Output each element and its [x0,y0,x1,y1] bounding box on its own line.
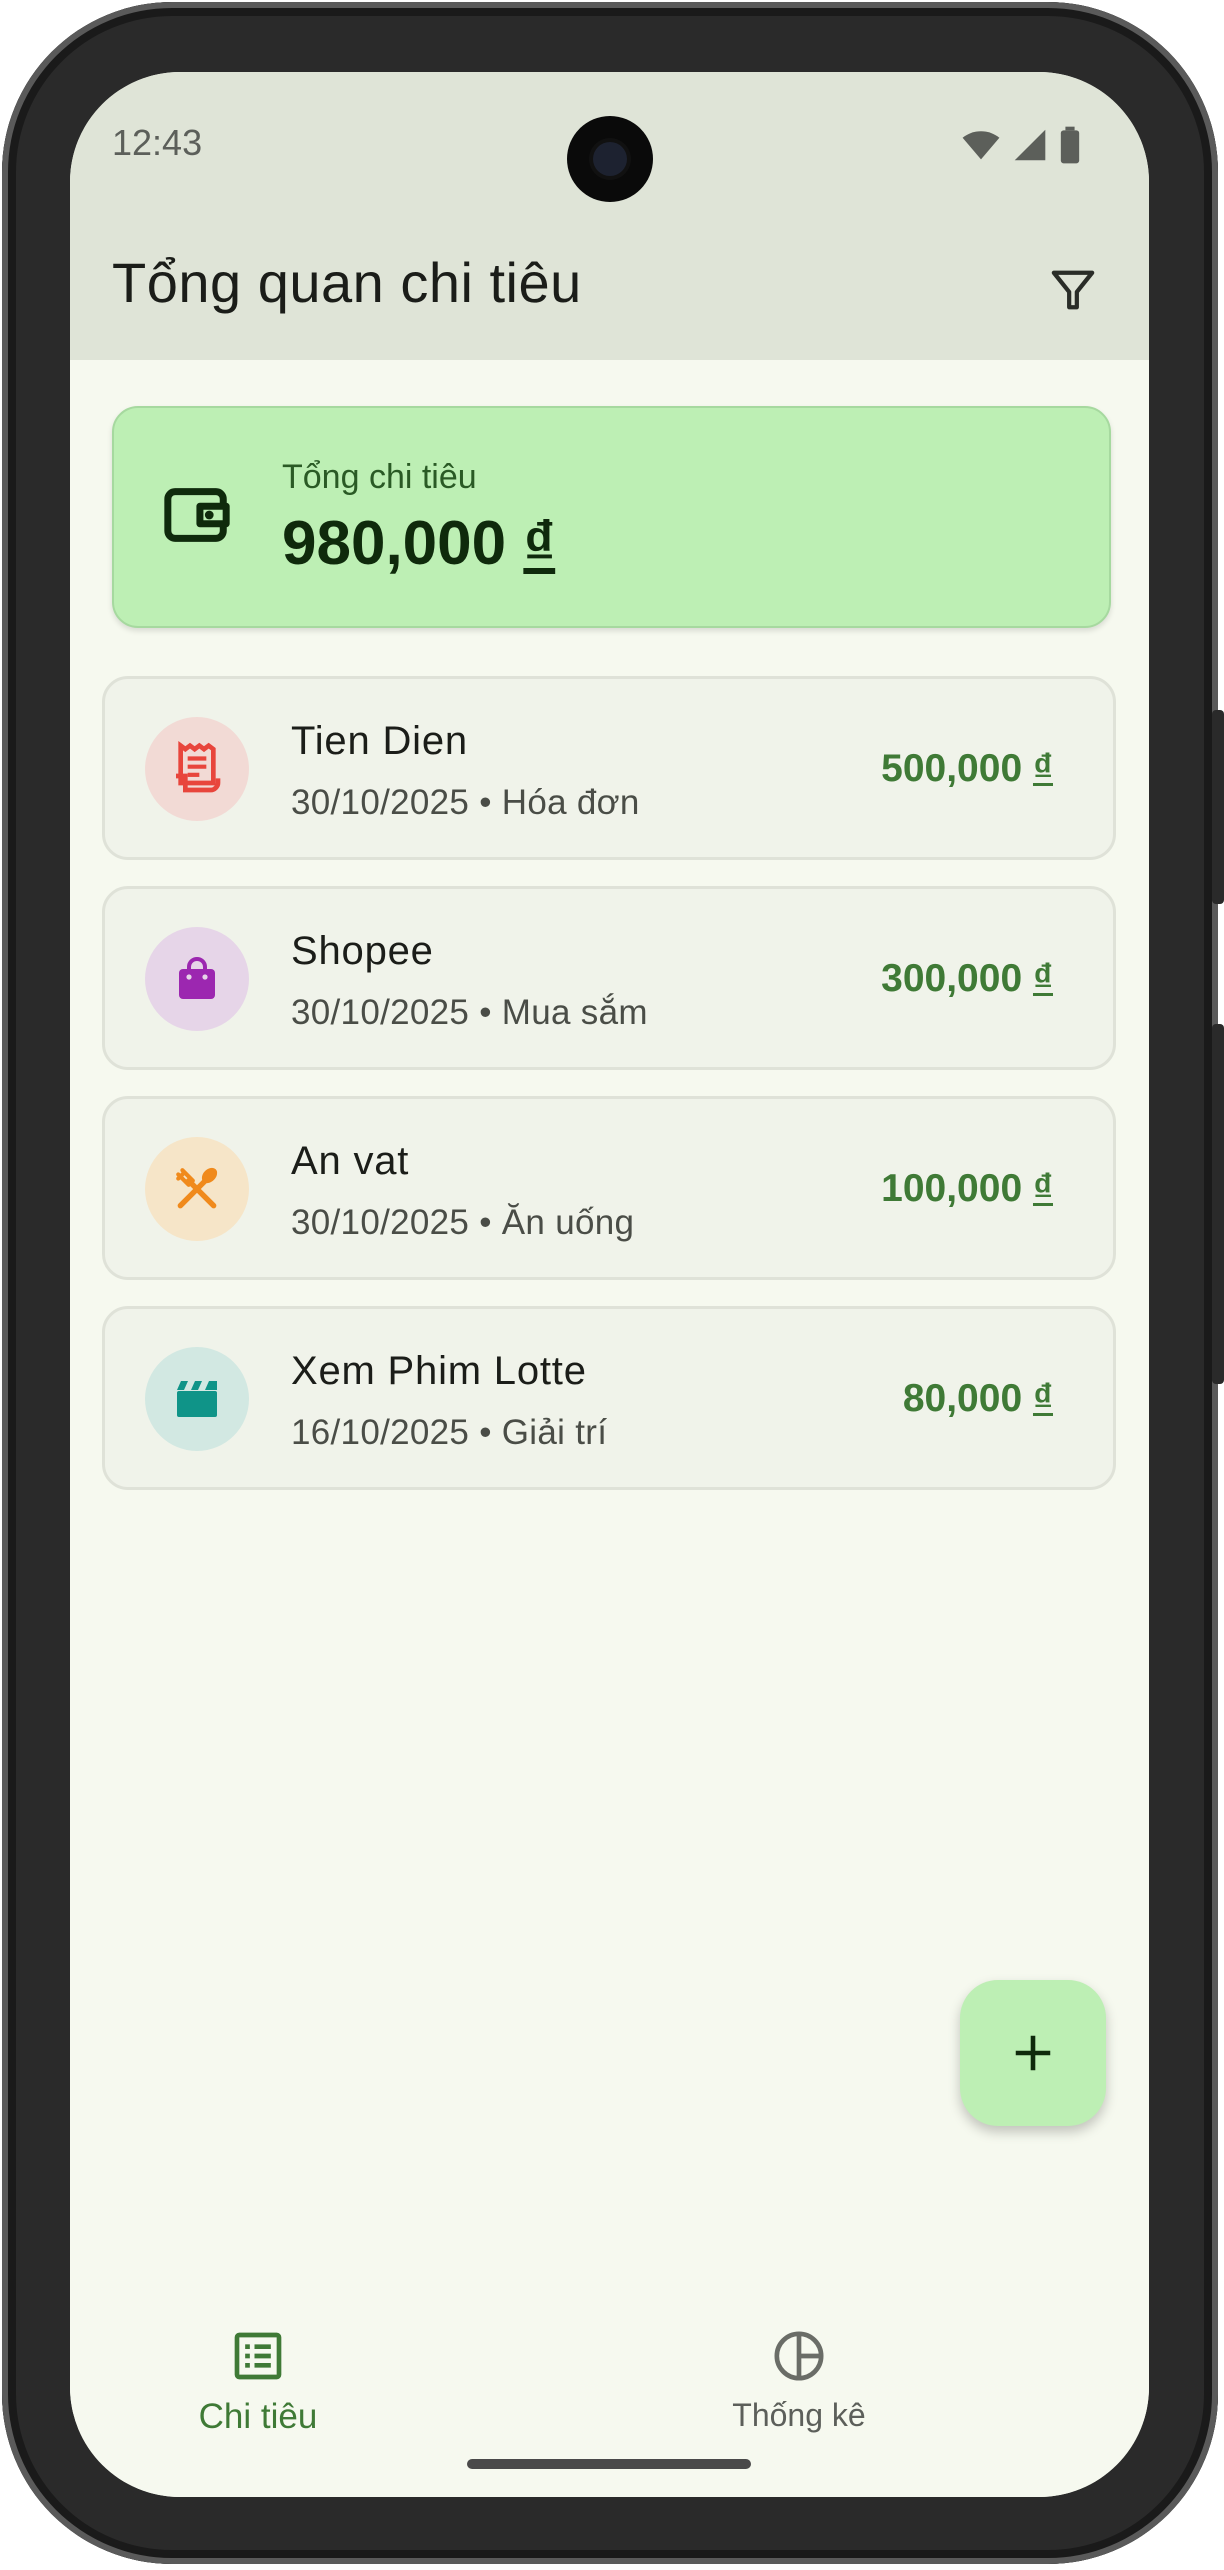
transaction-name: Shopee [291,929,434,973]
transaction-amount: 500,000 ₫ [881,747,1053,791]
transaction-icon-bg [145,1347,249,1451]
total-spending-value: 980,000 ₫ [282,508,555,579]
filter-button[interactable] [1037,254,1109,326]
wifi-icon [962,131,1000,160]
add-transaction-button[interactable] [960,1980,1106,2126]
volume-button [1212,1024,1224,1384]
home-indicator[interactable] [467,2459,751,2469]
amount-value: 80,000 [902,1377,1023,1420]
transaction-item[interactable]: Shopee 30/10/2025 • Mua sắm 300,000 ₫ [102,886,1116,1070]
transaction-icon-bg [145,1137,249,1241]
top-app-bar: 12:43 Tổng quan chi tiêu [70,72,1149,360]
amount-value: 300,000 [881,957,1023,1000]
status-time: 12:43 [112,122,203,163]
currency-symbol: ₫ [1032,1167,1053,1210]
transaction-item[interactable]: Xem Phim Lotte 16/10/2025 • Giải trí 80,… [102,1306,1116,1490]
receipt-icon [176,741,221,793]
currency-symbol: ₫ [523,509,556,578]
add-icon [1015,2035,1051,2071]
currency-symbol: ₫ [1032,1377,1053,1420]
transaction-icon-bg [145,927,249,1031]
transaction-amount: 300,000 ₫ [881,957,1053,1001]
nav-label: Chi tiêu [198,2397,318,2436]
currency-symbol: ₫ [1032,957,1053,1000]
nav-label: Thống kê [732,2397,866,2433]
transaction-item[interactable]: An vat 30/10/2025 • Ăn uống 100,000 ₫ [102,1096,1116,1280]
transaction-amount: 100,000 ₫ [881,1167,1053,1211]
transaction-meta: 30/10/2025 • Hóa đơn [291,783,640,822]
transaction-meta: 16/10/2025 • Giải trí [291,1413,608,1452]
transaction-icon-bg [145,717,249,821]
transaction-meta: 30/10/2025 • Ăn uống [291,1203,635,1242]
transaction-name: Tien Dien [291,719,468,763]
currency-symbol: ₫ [1032,747,1053,790]
front-camera [567,116,653,202]
filter-icon [1051,270,1095,310]
amount-value: 100,000 [881,1167,1023,1210]
total-spending-label: Tổng chi tiêu [282,458,477,496]
nav-item-statistics[interactable]: Thống kê [649,2328,949,2434]
status-icons [961,126,1081,164]
nav-item-expenses[interactable]: Chi tiêu [108,2328,408,2437]
shopping-bag-icon [179,956,215,999]
total-amount: 980,000 [282,509,507,578]
page-title: Tổng quan chi tiêu [112,251,582,314]
battery-icon [1060,126,1080,164]
movie-icon [177,1381,217,1417]
transaction-amount: 80,000 ₫ [903,1377,1053,1421]
list-icon [234,2332,282,2380]
restaurant-icon [176,1167,218,1209]
screen: 12:43 Tổng quan chi tiêu Tổng chi tiêu 9… [70,72,1149,2497]
amount-value: 500,000 [881,747,1023,790]
transaction-item[interactable]: Tien Dien 30/10/2025 • Hóa đơn 500,000 ₫ [102,676,1116,860]
transaction-name: An vat [291,1139,410,1183]
signal-icon [1014,129,1046,161]
pie-chart-icon [774,2331,824,2381]
transaction-meta: 30/10/2025 • Mua sắm [291,993,648,1032]
transaction-name: Xem Phim Lotte [291,1349,587,1393]
total-spending-card: Tổng chi tiêu 980,000 ₫ [112,406,1111,628]
power-button [1212,710,1224,904]
wallet-icon [164,488,230,542]
